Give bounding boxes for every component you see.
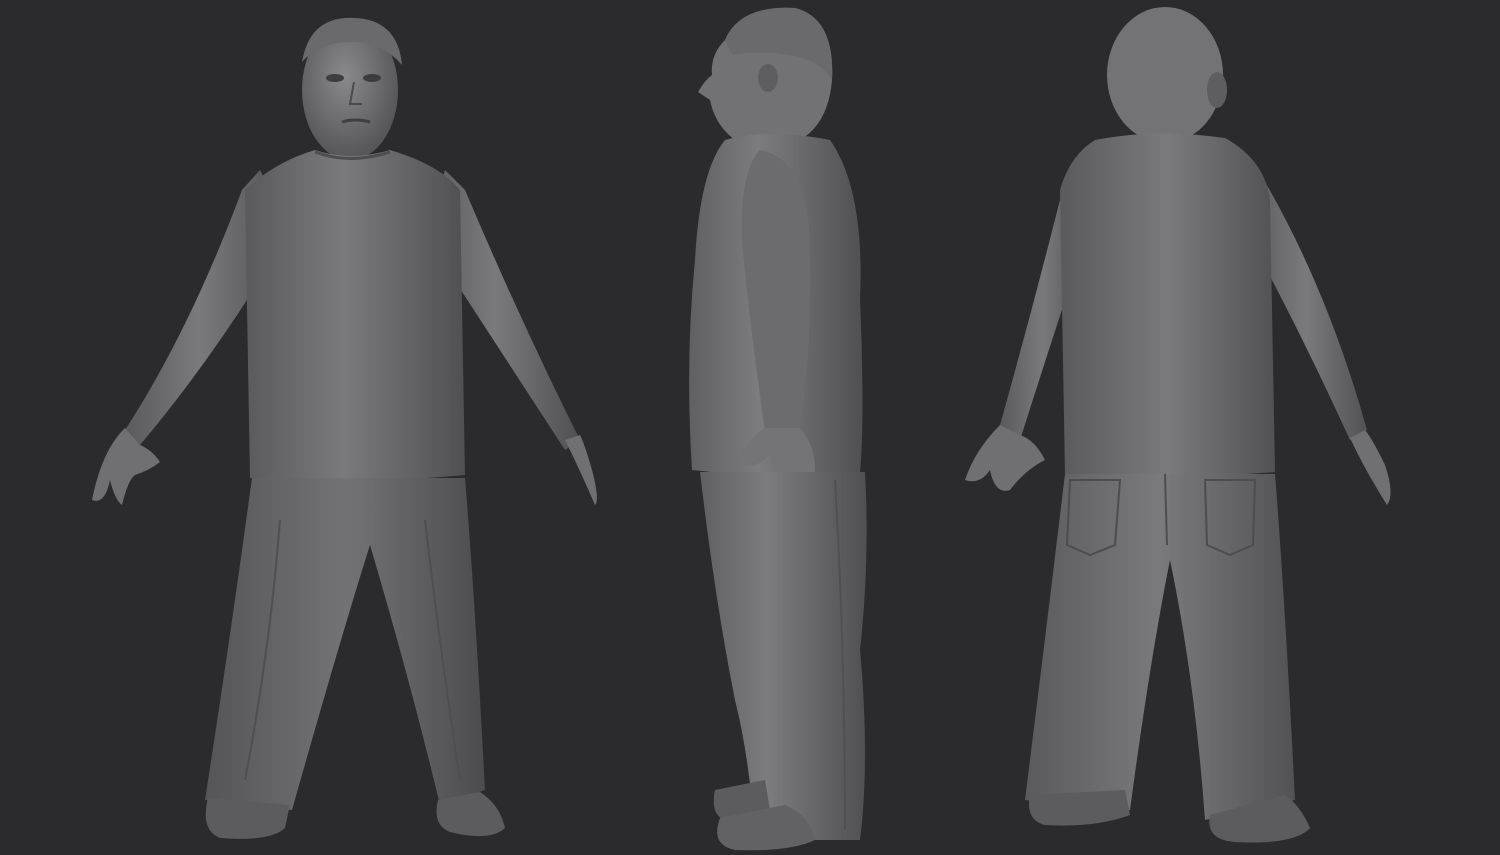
front-view-model <box>80 0 620 855</box>
sculpt-viewport <box>0 0 1500 855</box>
left-hand <box>92 428 160 505</box>
left-shoe <box>205 798 290 839</box>
shirt <box>1060 133 1275 477</box>
right-eye <box>363 74 381 82</box>
shirt <box>245 150 465 481</box>
head <box>1107 7 1223 143</box>
ear <box>1207 72 1227 108</box>
side-view-render <box>689 7 867 851</box>
back-view-render <box>965 7 1391 843</box>
left-eye <box>326 74 344 82</box>
front-view-render <box>92 17 597 839</box>
right-shoe <box>436 792 505 837</box>
ear <box>758 64 778 92</box>
side-view-model <box>670 0 900 855</box>
left-hand <box>965 425 1045 491</box>
right-hand <box>1350 430 1391 505</box>
right-hand <box>565 435 597 505</box>
left-shoe <box>1029 790 1130 826</box>
back-view-model <box>955 0 1415 855</box>
pants <box>205 478 485 810</box>
